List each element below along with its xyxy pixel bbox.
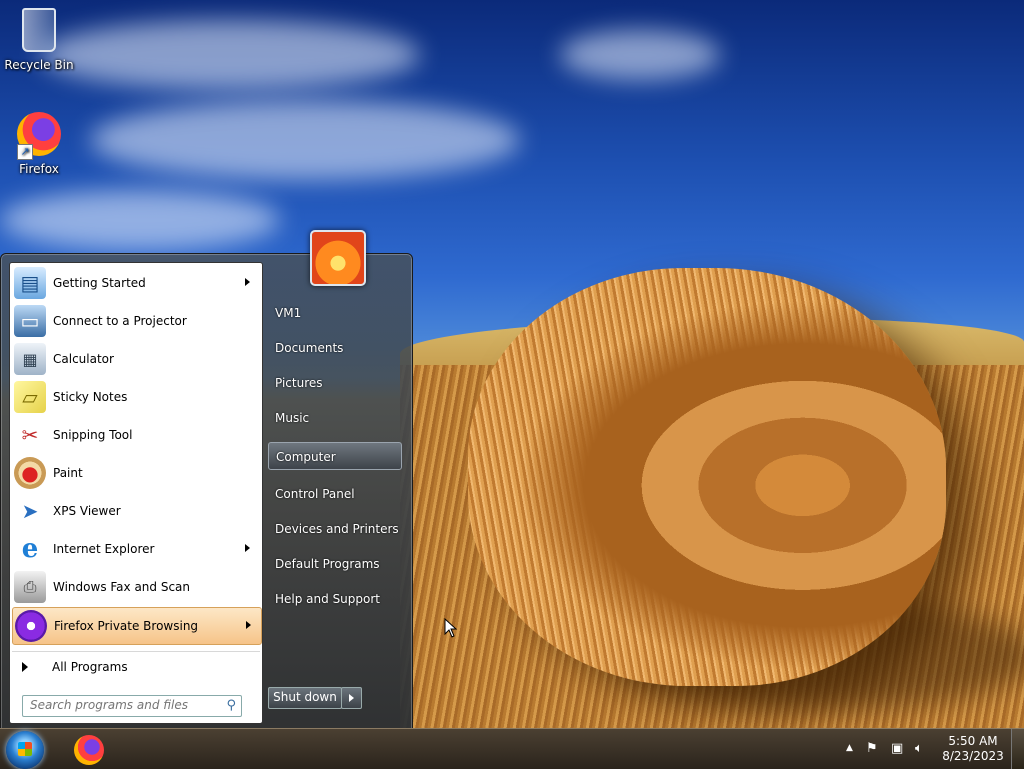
right-item-user[interactable]: VM1 (268, 299, 402, 327)
program-label: Firefox Private Browsing (54, 619, 199, 633)
desktop-icon-firefox[interactable]: ↗ Firefox (1, 112, 77, 176)
right-item-music[interactable]: Music (268, 404, 402, 432)
program-label: Connect to a Projector (53, 314, 187, 328)
scissors-icon: ✂ (21, 423, 39, 447)
taskbar-firefox-icon[interactable] (74, 735, 104, 765)
right-item-help-support[interactable]: Help and Support (268, 585, 402, 613)
firefox-private-icon (15, 610, 47, 642)
program-label: Snipping Tool (53, 428, 133, 442)
paper-plane-icon: ➤ (21, 499, 39, 523)
volume-icon[interactable]: 🔈︎ (915, 741, 923, 756)
program-paint[interactable]: ● Paint (12, 455, 260, 491)
right-item-computer[interactable]: Computer (268, 442, 402, 470)
network-icon[interactable]: ▣ (891, 741, 903, 756)
submenu-arrow-icon (246, 621, 251, 629)
right-item-default-programs[interactable]: Default Programs (268, 550, 402, 578)
desktop-icon-label: Firefox (19, 162, 59, 176)
program-label: Paint (53, 466, 83, 480)
sticky-notes-icon: ▱ (14, 381, 46, 413)
all-programs-label: All Programs (52, 660, 128, 674)
taskbar: ▲ ⚑ ▣ 🔈︎ 5:50 AM 8/23/2023 (0, 728, 1024, 769)
program-label: XPS Viewer (53, 504, 121, 518)
right-item-control-panel[interactable]: Control Panel (268, 480, 402, 508)
program-sticky-notes[interactable]: ▱ Sticky Notes (12, 379, 260, 415)
search-input[interactable] (23, 696, 220, 714)
shortcut-arrow-icon: ↗ (17, 144, 33, 160)
show-desktop-button[interactable] (1011, 729, 1024, 769)
shutdown-options-button[interactable] (341, 687, 362, 709)
getting-started-icon: ▤ (14, 267, 46, 299)
action-center-flag-icon[interactable]: ⚑ (866, 741, 878, 756)
clock-time: 5:50 AM (948, 734, 998, 748)
shutdown-button[interactable]: Shut down (268, 687, 342, 709)
recycle-bin-icon (15, 8, 63, 56)
cloud (40, 20, 420, 90)
show-hidden-icons-icon[interactable]: ▲ (846, 743, 853, 753)
right-item-documents[interactable]: Documents (268, 334, 402, 362)
program-internet-explorer[interactable]: e Internet Explorer (12, 531, 260, 567)
fax-icon: ⎙ (14, 571, 46, 603)
program-label: Internet Explorer (53, 542, 155, 556)
firefox-icon: ↗ (15, 112, 63, 160)
desktop-icon-label: Recycle Bin (4, 58, 74, 72)
internet-explorer-icon: e (21, 534, 39, 564)
paint-palette-icon: ● (14, 457, 46, 489)
program-connect-projector[interactable]: ▭ Connect to a Projector (12, 303, 260, 339)
start-button[interactable] (6, 731, 44, 769)
projector-icon: ▭ (14, 305, 46, 337)
search-icon[interactable]: ⚲ (226, 698, 236, 713)
user-avatar[interactable] (310, 230, 366, 286)
program-label: Sticky Notes (53, 390, 128, 404)
right-item-pictures[interactable]: Pictures (268, 369, 402, 397)
clock-date: 8/23/2023 (942, 749, 1004, 763)
mouse-cursor-icon (444, 618, 458, 638)
start-menu-programs-pane: ▤ Getting Started ▭ Connect to a Project… (9, 262, 263, 724)
cloud (90, 100, 520, 180)
program-firefox-private[interactable]: Firefox Private Browsing (12, 607, 262, 645)
triangle-right-icon (22, 662, 28, 672)
submenu-arrow-icon (245, 278, 250, 286)
program-getting-started[interactable]: ▤ Getting Started (12, 265, 260, 301)
search-box[interactable]: ⚲ (22, 695, 242, 717)
program-snipping-tool[interactable]: ✂ Snipping Tool (12, 417, 260, 453)
program-label: Getting Started (53, 276, 146, 290)
program-fax-scan[interactable]: ⎙ Windows Fax and Scan (12, 569, 260, 605)
program-xps-viewer[interactable]: ➤ XPS Viewer (12, 493, 260, 529)
system-clock[interactable]: 5:50 AM 8/23/2023 (940, 734, 1006, 764)
right-item-devices-printers[interactable]: Devices and Printers (268, 515, 402, 543)
hay-bale (468, 268, 946, 686)
program-calculator[interactable]: ▦ Calculator (12, 341, 260, 377)
calculator-icon: ▦ (14, 343, 46, 375)
program-label: Windows Fax and Scan (53, 580, 191, 594)
desktop-icon-recycle-bin[interactable]: Recycle Bin (1, 6, 77, 72)
submenu-arrow-icon (245, 544, 250, 552)
cloud (560, 30, 720, 80)
start-menu: ▤ Getting Started ▭ Connect to a Project… (0, 230, 413, 730)
windows-logo-icon (18, 742, 32, 756)
all-programs-button[interactable]: All Programs (12, 651, 260, 682)
program-label: Calculator (53, 352, 114, 366)
cloud (0, 190, 280, 250)
